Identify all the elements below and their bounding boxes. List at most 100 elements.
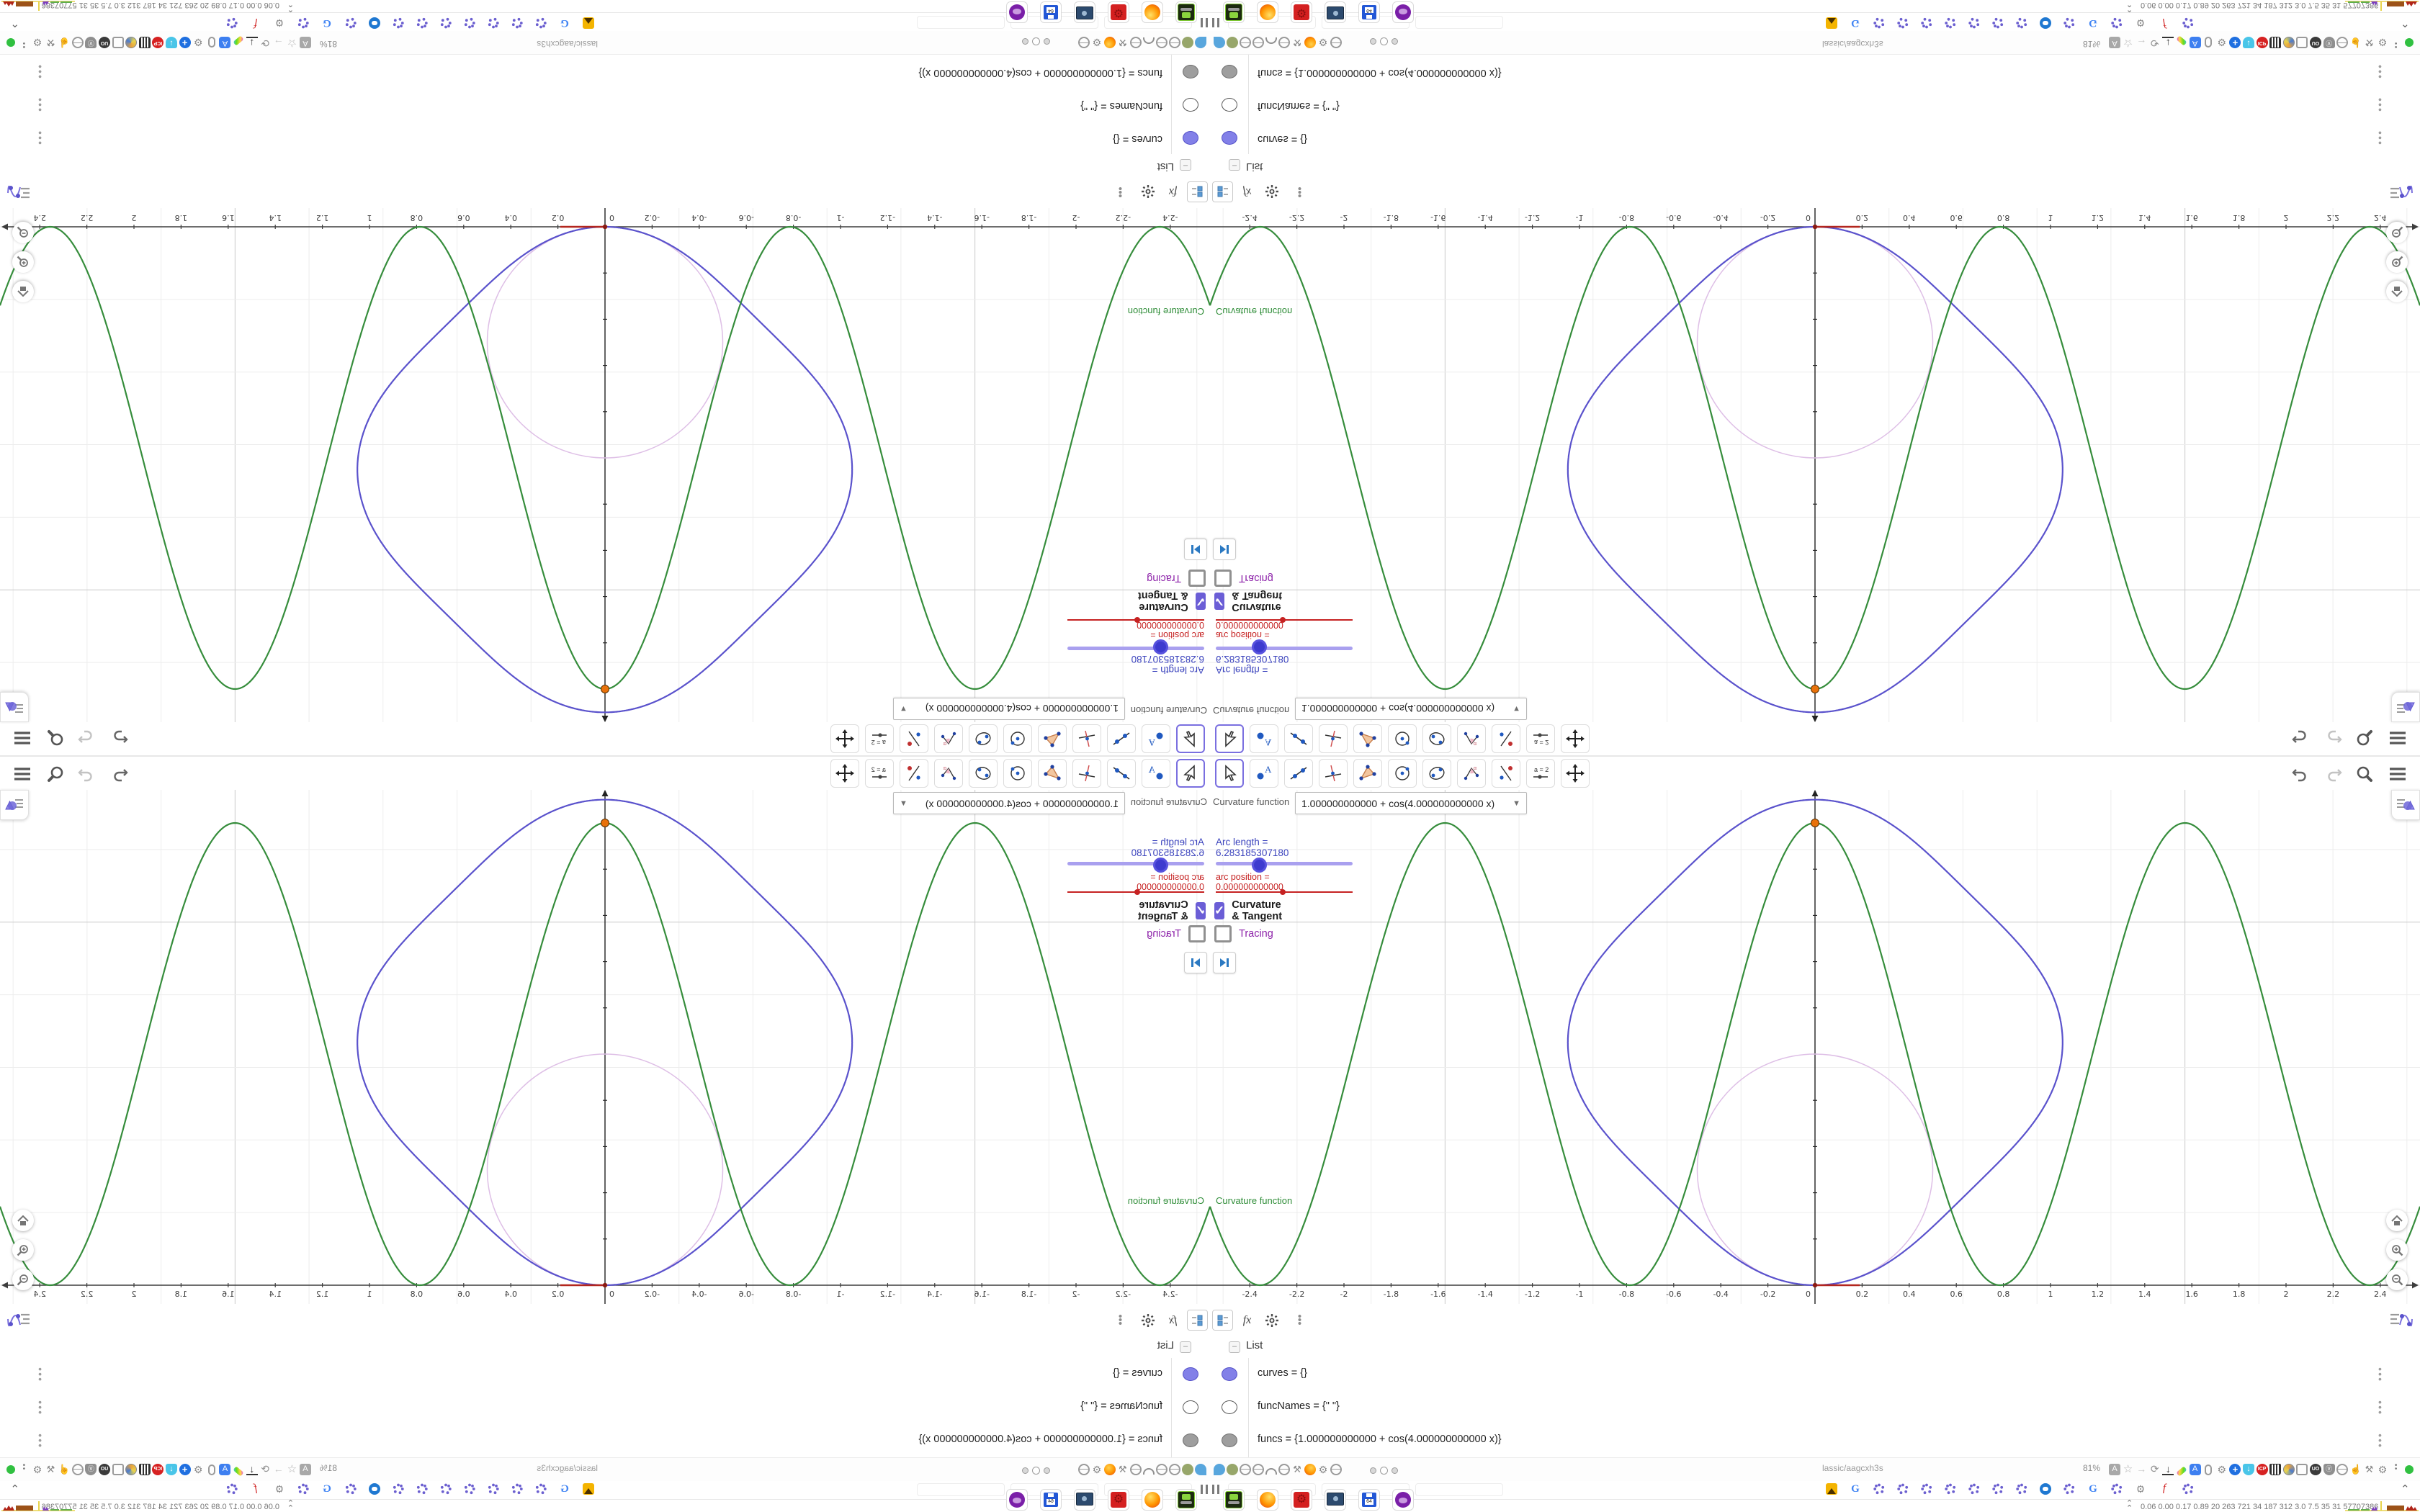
shield-gray-icon[interactable]: Ⓥ (2323, 1464, 2335, 1475)
plus-blue-icon[interactable]: + (179, 37, 191, 48)
arc-length-slider[interactable] (1216, 858, 1353, 873)
dock-purple-monkey-icon[interactable] (1006, 1, 1028, 23)
toolbar-button-perpendicular-line-tool[interactable] (1072, 724, 1101, 753)
star-icon[interactable]: ☆ (2123, 37, 2134, 49)
algebra-row[interactable]: curves = {} • • • (1210, 120, 2420, 154)
bookmark-geogebra-icon[interactable] (1873, 17, 1885, 29)
tree-view-button[interactable] (1212, 1310, 1233, 1331)
bookmark-geogebra-icon[interactable] (464, 17, 475, 29)
bookmark-geogebra-icon[interactable] (416, 1483, 428, 1495)
tree-view-button[interactable] (1212, 181, 1233, 202)
toolbar-button-polygon-tool[interactable] (1038, 759, 1067, 788)
bookmark-google-icon[interactable]: G (1850, 17, 1861, 29)
bookmark-geogebra-icon[interactable] (1945, 17, 1956, 29)
overflow-dots-icon[interactable]: • • (18, 37, 30, 50)
panel-toggle-button[interactable] (2391, 790, 2420, 820)
undo-button[interactable] (2289, 727, 2311, 749)
bookmark-geogebra-icon[interactable] (1921, 17, 1932, 29)
settings-button[interactable] (1261, 1310, 1282, 1331)
algebra-row[interactable]: curves = {} • • • (1210, 1358, 2420, 1392)
slider-thumb[interactable] (1252, 858, 1267, 873)
bookmark-gear-icon[interactable]: ⚙ (274, 1483, 285, 1495)
shield-gray-icon[interactable]: Ⓥ (85, 1464, 97, 1475)
curvature-tangent-checkbox[interactable]: ✓ (1195, 902, 1206, 919)
url-text[interactable]: lassic/aagcxh3s (537, 1463, 598, 1473)
globe-icon[interactable] (2336, 1464, 2349, 1475)
bookmark-f-red-icon[interactable]: f (250, 1482, 261, 1495)
visibility-marble[interactable] (1222, 131, 1237, 145)
dock-red-gear-icon[interactable]: ⚙ (1108, 1, 1129, 23)
download-icon[interactable]: ↓ (2162, 1464, 2174, 1475)
dock-red-gear-icon[interactable]: ⚙ (1108, 1489, 1129, 1511)
drop-icon[interactable] (1214, 37, 1225, 48)
toolbar-button-perpendicular-line-tool[interactable] (1072, 759, 1101, 788)
chevron-up-icon[interactable]: ⌃ (10, 1482, 19, 1495)
drop-icon[interactable] (1195, 37, 1206, 48)
wrench-icon[interactable]: ⚒ (2363, 37, 2375, 48)
settings-button[interactable] (1261, 181, 1282, 202)
tracing-checkbox[interactable] (1188, 925, 1206, 942)
toolbar-button-move-graphics-tool[interactable] (1561, 759, 1590, 788)
toolbar-button-circle-tool[interactable] (1388, 724, 1417, 753)
skip-forward-button[interactable] (1184, 539, 1207, 560)
globe-icon[interactable] (1278, 37, 1290, 48)
bookmark-gear-icon[interactable]: ⚙ (2135, 17, 2146, 29)
kebab-icon[interactable]: • • • (2378, 61, 2382, 83)
dock-red-gear-icon[interactable]: ⚙ (1291, 1489, 1312, 1511)
visibility-marble[interactable] (1183, 131, 1198, 145)
visibility-marble[interactable] (1183, 1434, 1198, 1447)
bookmark-google-icon[interactable]: G (2087, 1483, 2099, 1495)
visibility-marble[interactable] (1183, 1400, 1198, 1414)
collapse-button[interactable]: – (1229, 159, 1240, 171)
wrench-icon[interactable]: ⚒ (45, 1464, 57, 1475)
algebra-row[interactable]: curves = {} • • • (0, 1358, 1210, 1392)
translate-page-icon[interactable]: A (2109, 1464, 2120, 1475)
skip-forward-button[interactable] (1213, 539, 1236, 560)
kebab-icon[interactable]: • • • (2378, 94, 2382, 116)
menu-icon[interactable] (2387, 763, 2408, 785)
green-dot-icon[interactable] (5, 1464, 17, 1475)
mouse-icon[interactable] (206, 1464, 218, 1475)
globe-icon[interactable] (1240, 1464, 1251, 1475)
star-icon[interactable]: ☆ (286, 1463, 297, 1475)
tree-view-button[interactable] (1187, 181, 1208, 202)
olive-circle-icon[interactable] (1227, 1464, 1238, 1475)
panel-toggle-button[interactable] (2391, 692, 2420, 722)
toolbar-button-move-tool[interactable] (1176, 724, 1205, 753)
compass-icon[interactable] (2282, 37, 2295, 48)
arc-position-slider[interactable] (1216, 889, 1353, 895)
dock-green-device-icon[interactable] (1223, 1, 1245, 23)
crayon-icon[interactable] (2176, 35, 2187, 48)
stylebar-kebab-menu[interactable]: • • • (1289, 181, 1310, 202)
globe-icon[interactable] (1330, 37, 1342, 48)
bookmark-geogebra-icon[interactable] (393, 1483, 404, 1495)
green-dot-icon[interactable] (5, 37, 17, 48)
search-icon[interactable] (2354, 727, 2375, 749)
dock-monitor-icon[interactable] (1325, 1489, 1346, 1511)
algebra-row[interactable]: funcs = {1.000000000000 + cos(4.00000000… (0, 1424, 1210, 1458)
zoom-in-button[interactable] (12, 251, 34, 273)
bookmark-geogebra-icon[interactable] (297, 1483, 309, 1495)
skip-forward-button[interactable] (1213, 952, 1236, 973)
toolbar-button-reflect-tool[interactable] (900, 724, 928, 753)
gear-icon[interactable]: ⚙ (1317, 37, 1329, 48)
tree-view-button[interactable] (1187, 1310, 1208, 1331)
red-circle-icon[interactable]: ICP (152, 1464, 164, 1475)
crayon-icon[interactable] (233, 1464, 244, 1477)
chevron-up-icon[interactable]: ⌃ (10, 17, 19, 30)
tracing-checkbox[interactable] (1214, 925, 1232, 942)
forward-arrow-icon[interactable]: → (273, 1463, 284, 1475)
fx-button[interactable]: fx (1237, 181, 1258, 202)
home-button[interactable] (2386, 281, 2408, 302)
wrench-icon[interactable]: ⚒ (45, 37, 57, 48)
tracing-checkbox[interactable] (1188, 570, 1206, 587)
zoom-out-button[interactable] (2386, 1269, 2408, 1290)
box-icon[interactable] (112, 1464, 124, 1475)
bookmark-chat-icon[interactable] (2040, 1483, 2051, 1495)
shield-gray-icon[interactable]: Ⓥ (85, 37, 97, 48)
collapse-button[interactable]: – (1180, 1341, 1191, 1353)
bookmark-f-red-icon[interactable]: f (2159, 17, 2170, 30)
visibility-marble[interactable] (1222, 65, 1237, 78)
refresh-icon[interactable]: ⟳ (259, 1463, 271, 1475)
toolbar-button-angle-tool[interactable]: α (1457, 759, 1486, 788)
